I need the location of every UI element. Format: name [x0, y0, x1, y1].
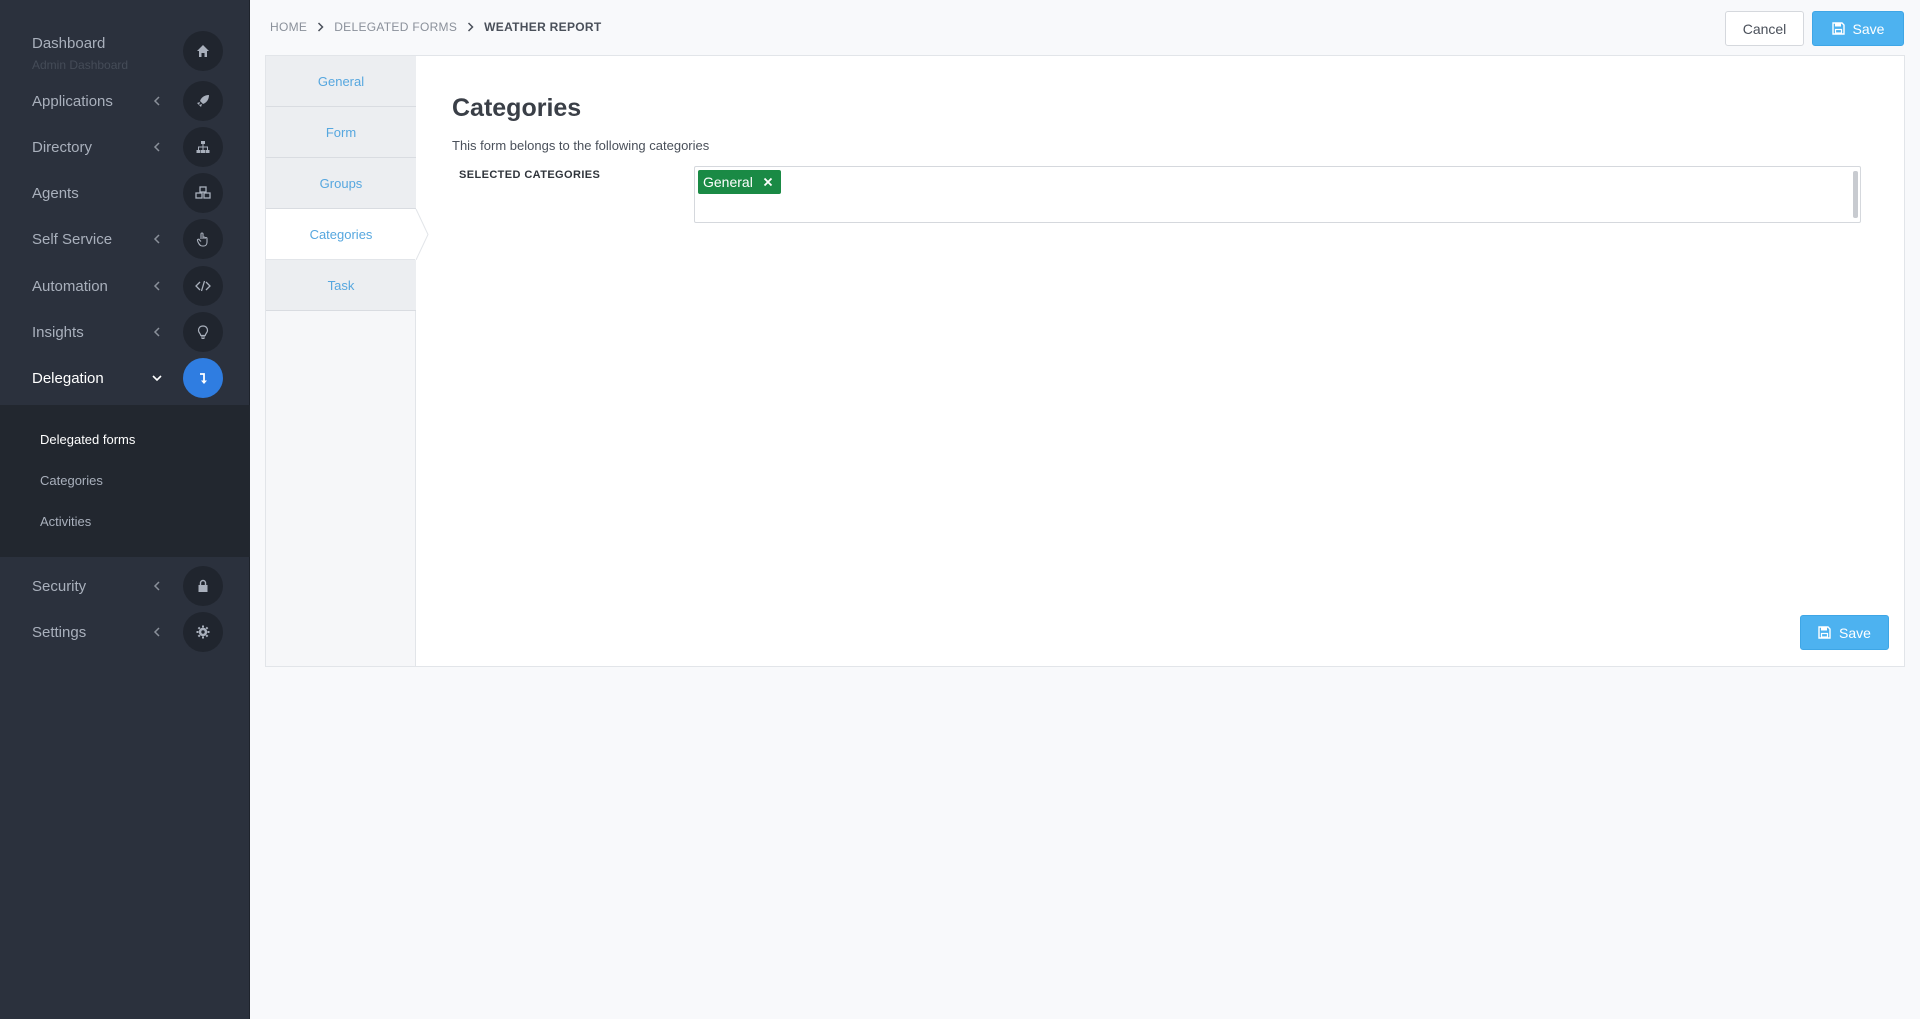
chevron-right-icon: [317, 22, 324, 32]
category-tag: General: [698, 170, 781, 194]
breadcrumb-delegated-forms[interactable]: DELEGATED FORMS: [334, 20, 457, 34]
save-button-top[interactable]: Save: [1812, 11, 1904, 46]
tab-general[interactable]: General: [266, 56, 416, 107]
sidebar-item-label: Security: [32, 577, 87, 595]
sidebar-item-security[interactable]: Security: [0, 563, 250, 609]
tab-list: General Form Groups Categories Task: [266, 56, 416, 666]
lock-icon: [183, 566, 223, 606]
sidebar-item-label: Agents: [32, 184, 79, 202]
level-down-icon: [183, 358, 223, 398]
cancel-button[interactable]: Cancel: [1725, 11, 1804, 46]
category-select-input[interactable]: General: [694, 166, 1861, 223]
rocket-icon: [183, 81, 223, 121]
save-label: Save: [1852, 20, 1885, 37]
tab-form[interactable]: Form: [266, 107, 416, 158]
sidebar-item-label: Applications: [32, 92, 113, 110]
hand-pointer-icon: [183, 219, 223, 259]
sidebar-item-self-service[interactable]: Self Service: [0, 216, 250, 262]
sidebar-item-directory[interactable]: Directory: [0, 124, 250, 170]
sidebar-item-label: Settings: [32, 623, 87, 641]
sidebar-item-label: Insights: [32, 323, 84, 341]
scrollbar[interactable]: [1853, 171, 1858, 218]
code-icon: [183, 266, 223, 306]
tab-groups[interactable]: Groups: [266, 158, 416, 209]
dashboard-subtitle: Admin Dashboard: [32, 58, 129, 72]
delegation-submenu: Delegated forms Categories Activities: [0, 405, 250, 557]
cubes-icon: [183, 173, 223, 213]
sidebar-item-label: Directory: [32, 138, 93, 156]
sidebar-item-settings[interactable]: Settings: [0, 609, 250, 655]
category-tag-label: General: [703, 174, 753, 190]
sidebar-item-automation[interactable]: Automation: [0, 263, 250, 309]
breadcrumb-current: WEATHER REPORT: [484, 20, 602, 34]
sidebar-item-insights[interactable]: Insights: [0, 309, 250, 355]
chevron-right-icon: [467, 22, 474, 32]
sidebar-item-label: Dashboard: [32, 35, 106, 52]
sidebar-item-agents[interactable]: Agents: [0, 170, 250, 216]
tab-categories[interactable]: Categories: [266, 209, 416, 260]
submenu-item-categories[interactable]: Categories: [40, 473, 103, 488]
chevron-left-icon: [150, 625, 164, 639]
breadcrumb: HOME DELEGATED FORMS WEATHER REPORT: [270, 20, 601, 34]
chevron-left-icon: [150, 325, 164, 339]
save-button-bottom[interactable]: Save: [1800, 615, 1889, 650]
chevron-left-icon: [150, 232, 164, 246]
close-icon[interactable]: [763, 177, 773, 187]
active-tab-arrow: [415, 209, 429, 260]
submenu-item-activities[interactable]: Activities: [40, 514, 91, 529]
submenu-item-delegated-forms[interactable]: Delegated forms: [40, 432, 135, 447]
sidebar-item-delegation[interactable]: Delegation: [0, 355, 250, 401]
sidebar: Dashboard Admin Dashboard Applications D…: [0, 0, 250, 1019]
sidebar-item-label: Automation: [32, 277, 108, 295]
tab-task[interactable]: Task: [266, 260, 416, 311]
breadcrumb-home[interactable]: HOME: [270, 20, 307, 34]
selected-categories-label: SELECTED CATEGORIES: [459, 169, 601, 181]
floppy-disk-icon: [1818, 626, 1831, 639]
sidebar-item-label: Delegation: [32, 369, 104, 387]
chevron-left-icon: [150, 279, 164, 293]
floppy-disk-icon: [1831, 22, 1845, 35]
chevron-left-icon: [150, 140, 164, 154]
page-description: This form belongs to the following categ…: [452, 138, 710, 153]
lightbulb-icon: [183, 312, 223, 352]
form-editor-panel: General Form Groups Categories Task Cate…: [265, 55, 1905, 667]
sidebar-item-applications[interactable]: Applications: [0, 78, 250, 124]
chevron-left-icon: [150, 94, 164, 108]
home-icon: [183, 31, 223, 71]
chevron-left-icon: [150, 579, 164, 593]
save-label: Save: [1839, 624, 1871, 641]
gear-icon: [183, 612, 223, 652]
sidebar-item-label: Self Service: [32, 230, 113, 248]
chevron-down-icon: [150, 371, 164, 385]
page-title: Categories: [452, 94, 582, 122]
sitemap-icon: [183, 127, 223, 167]
